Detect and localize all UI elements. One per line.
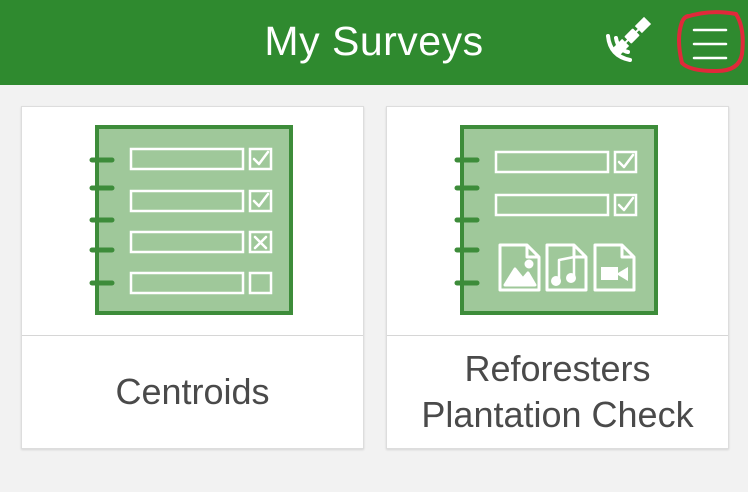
top-app-bar: My Surveys xyxy=(0,0,748,85)
survey-form-icon xyxy=(89,125,293,315)
hamburger-menu-icon xyxy=(692,28,728,60)
survey-thumbnail xyxy=(22,107,363,336)
satellite-gps-icon xyxy=(606,16,652,62)
survey-form-media-icon xyxy=(454,125,658,315)
survey-thumbnail xyxy=(387,107,728,336)
survey-card-centroids[interactable]: Centroids xyxy=(21,106,364,449)
survey-card-title: Centroids xyxy=(115,371,270,412)
gps-button[interactable] xyxy=(598,12,660,70)
menu-button[interactable] xyxy=(674,8,746,76)
survey-card-reforesters[interactable]: Reforesters Plantation Check xyxy=(386,106,729,449)
survey-card-title: Reforesters Plantation Check xyxy=(421,348,694,435)
